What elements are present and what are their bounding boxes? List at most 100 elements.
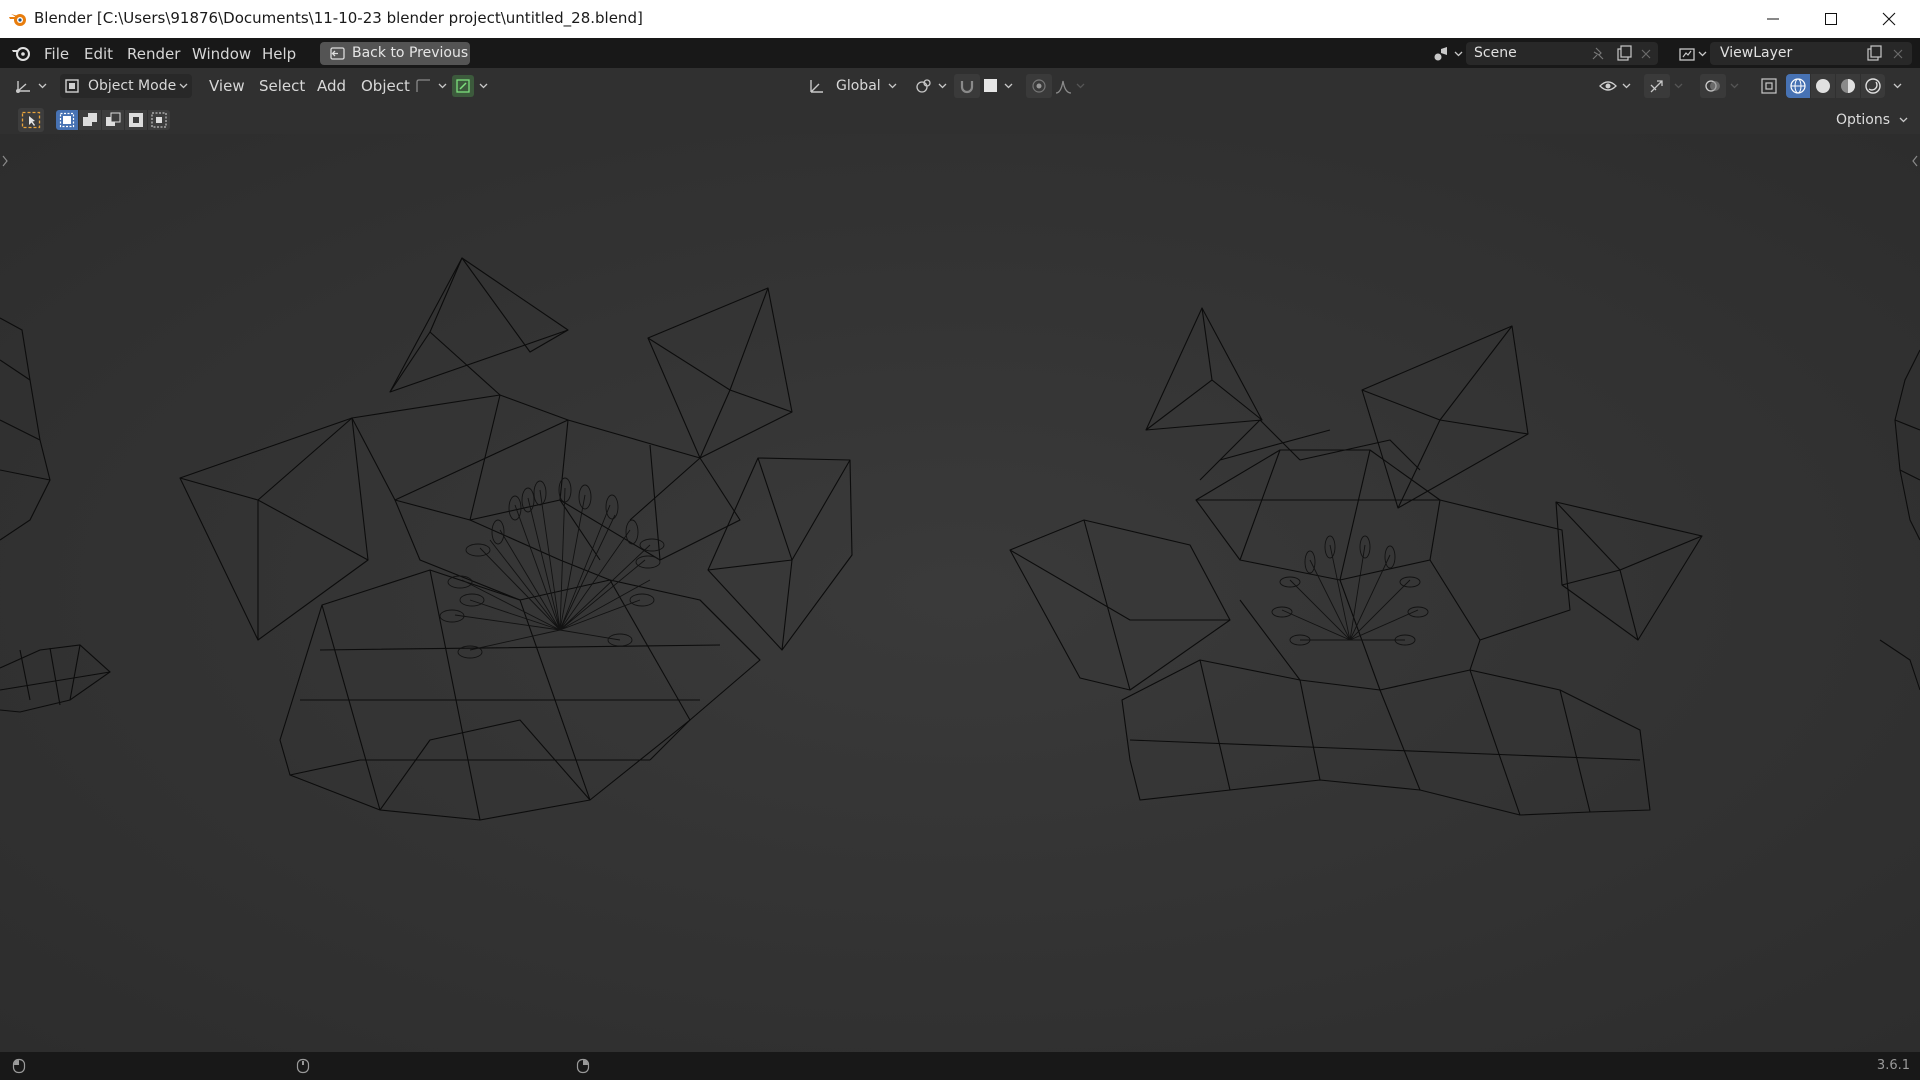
chevron-down-icon xyxy=(1076,83,1085,89)
maximize-button[interactable] xyxy=(1802,0,1860,38)
pivot-point-dropdown[interactable] xyxy=(914,74,950,98)
window-title: Blender [C:\Users\91876\Documents\11-10-… xyxy=(34,9,643,27)
chevron-down-icon xyxy=(938,83,947,89)
transform-orientation-dropdown[interactable]: Global xyxy=(806,74,902,98)
material-sphere-icon xyxy=(1841,79,1855,93)
shading-material-button[interactable] xyxy=(1836,74,1860,98)
object-mode-icon xyxy=(65,79,79,93)
scene-browse-button[interactable] xyxy=(1428,43,1466,65)
chevron-down-icon xyxy=(1454,51,1463,57)
gizmo-toggle[interactable] xyxy=(414,74,448,98)
tool-settings-row xyxy=(0,104,1920,134)
chevron-down-icon xyxy=(1899,117,1908,123)
menu-add[interactable]: Add xyxy=(317,74,346,98)
menu-view[interactable]: View xyxy=(209,74,245,98)
chevron-down-icon xyxy=(38,83,47,89)
close-window-button[interactable] xyxy=(1860,0,1918,38)
shading-rendered-button[interactable] xyxy=(1861,74,1885,98)
pin-icon[interactable] xyxy=(1590,46,1606,62)
interaction-mode-dropdown[interactable]: Object Mode xyxy=(60,74,192,98)
chevron-down-icon xyxy=(479,83,488,89)
proportional-falloff-dropdown[interactable] xyxy=(1054,74,1090,98)
chevron-down-icon xyxy=(1893,83,1902,89)
overlay-toggle[interactable] xyxy=(452,74,492,98)
options-dropdown[interactable]: Options xyxy=(1832,108,1912,132)
mouse-left-icon xyxy=(12,1058,26,1074)
pivot-icon xyxy=(916,79,931,93)
minimize-icon xyxy=(1767,18,1779,20)
new-view-layer-icon[interactable] xyxy=(1866,45,1883,62)
snap-toggle[interactable] xyxy=(954,74,980,98)
select-mode-extend-button[interactable] xyxy=(79,110,101,130)
chevron-down-icon xyxy=(888,83,897,89)
solid-sphere-icon xyxy=(1816,79,1830,93)
overlays-icon xyxy=(1705,80,1720,92)
maximize-icon xyxy=(1825,13,1837,25)
proportional-editing-toggle[interactable] xyxy=(1026,74,1052,98)
delete-view-layer-icon[interactable] xyxy=(1892,48,1904,60)
select-mode-intersect-button[interactable] xyxy=(148,110,170,130)
xray-toggle[interactable] xyxy=(1756,74,1782,98)
3d-viewport[interactable] xyxy=(0,134,1920,1052)
select-mode-invert-button[interactable] xyxy=(125,110,147,130)
menu-object[interactable]: Object xyxy=(361,74,410,98)
chevron-down-icon xyxy=(1622,83,1631,89)
back-screen-icon xyxy=(330,47,345,60)
active-tool-button[interactable] xyxy=(18,108,44,132)
options-label: Options xyxy=(1836,112,1891,128)
chevron-down-icon xyxy=(1004,83,1013,89)
gizmo-arrows-icon xyxy=(1650,80,1663,93)
viewport-gizmos-toggle[interactable] xyxy=(1644,74,1684,98)
viewport-header: Object Mode View Select Add Object Globa… xyxy=(0,68,1920,104)
blender-topbar: File Edit Render Window Help Back to Pre… xyxy=(0,38,1920,68)
magnet-icon xyxy=(960,81,974,94)
scene-name-field[interactable]: Scene xyxy=(1466,42,1658,65)
menu-help[interactable]: Help xyxy=(262,45,296,63)
falloff-curve-icon xyxy=(1055,80,1072,94)
back-to-previous-button[interactable]: Back to Previous xyxy=(320,42,470,65)
eye-icon xyxy=(1599,81,1617,91)
blender-logo-icon xyxy=(9,14,26,26)
shading-solid-button[interactable] xyxy=(1811,74,1835,98)
menu-edit[interactable]: Edit xyxy=(84,45,113,63)
blender-menu-icon[interactable] xyxy=(10,44,32,62)
select-intersect-icon xyxy=(151,112,167,128)
status-bar: 3.6.1 xyxy=(0,1052,1920,1080)
viewport-overlays-toggle[interactable] xyxy=(1700,74,1740,98)
xray-icon xyxy=(1761,78,1777,94)
select-extend-icon xyxy=(83,113,97,126)
window-titlebar: Blender [C:\Users\91876\Documents\11-10-… xyxy=(0,0,1920,39)
select-mode-subtract-button[interactable] xyxy=(102,110,124,130)
blender-version: 3.6.1 xyxy=(1876,1058,1910,1073)
shading-options-dropdown[interactable] xyxy=(1888,74,1908,98)
menu-file[interactable]: File xyxy=(44,45,69,63)
selectability-visibility-dropdown[interactable] xyxy=(1598,74,1634,98)
scene-name: Scene xyxy=(1474,45,1517,61)
snap-target-dropdown[interactable] xyxy=(982,74,1018,98)
menu-select[interactable]: Select xyxy=(259,74,305,98)
chevron-down-icon xyxy=(1698,51,1707,57)
menu-render[interactable]: Render xyxy=(127,45,180,63)
shading-wireframe-button[interactable] xyxy=(1786,74,1810,98)
minimize-button[interactable] xyxy=(1744,0,1802,38)
menu-window[interactable]: Window xyxy=(192,45,251,63)
select-invert-icon xyxy=(129,113,143,127)
select-subtract-icon xyxy=(106,112,121,126)
view-layer-name-field[interactable]: ViewLayer xyxy=(1710,42,1912,65)
close-icon xyxy=(1882,12,1896,26)
new-scene-icon[interactable] xyxy=(1616,45,1633,62)
orientation-axes-icon xyxy=(810,80,823,93)
gizmo-icon xyxy=(416,79,430,92)
wireframe-sphere-icon xyxy=(1790,78,1806,94)
editor-type-button[interactable] xyxy=(10,74,52,98)
proportional-edit-icon xyxy=(1032,79,1046,93)
view-layer-browse-button[interactable] xyxy=(1674,43,1710,65)
chevron-down-icon xyxy=(1674,83,1683,89)
render-layers-icon xyxy=(1679,48,1695,61)
interaction-mode-label: Object Mode xyxy=(88,78,177,94)
scene-icon xyxy=(1434,47,1447,61)
view-layer-name: ViewLayer xyxy=(1720,45,1793,61)
delete-scene-icon[interactable] xyxy=(1640,48,1652,60)
select-mode-set-button[interactable] xyxy=(56,110,78,130)
rendered-sphere-icon xyxy=(1865,78,1881,94)
